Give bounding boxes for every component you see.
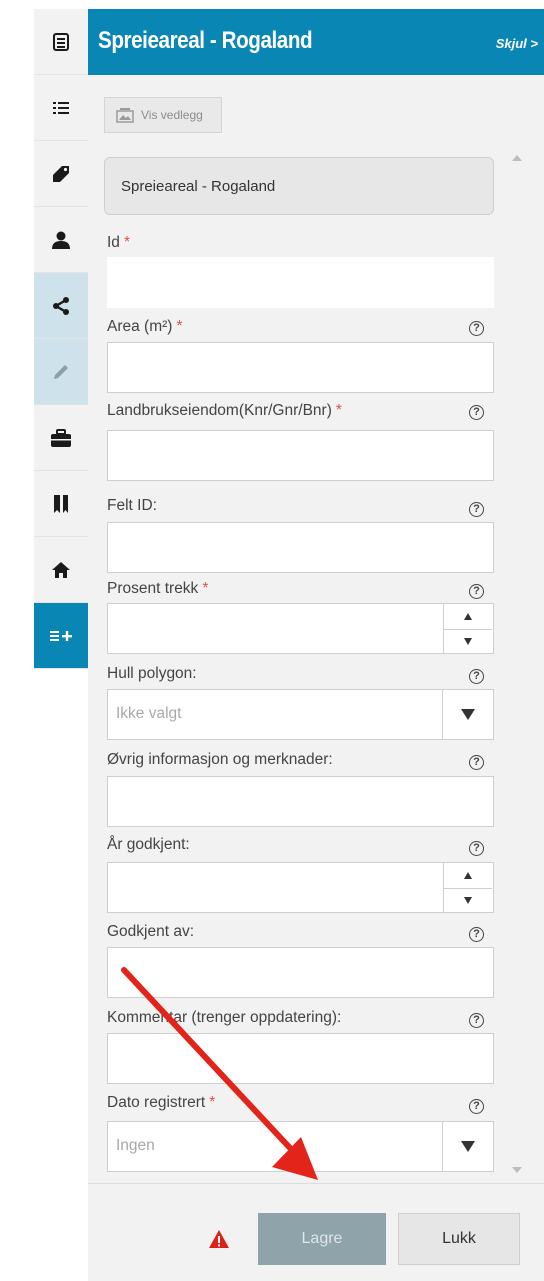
up-arrow-icon [464,872,472,879]
sidebar-item-user[interactable] [34,207,88,273]
tag-icon [53,165,69,182]
help-icon[interactable]: ? [469,1099,484,1114]
sidebar-item-edit[interactable] [34,339,88,405]
layer-name-box: Spreieareal - Rogaland [104,157,494,215]
help-icon[interactable]: ? [469,584,484,599]
hole-polygon-select[interactable]: Ikke valgt [107,689,494,740]
field-label-approved-by: Godkjent av: [107,923,195,940]
list-icon [53,101,69,114]
field-label-id: Id * [107,234,130,251]
help-icon[interactable]: ? [469,841,484,856]
panel-header: Spreieareal - Rogaland Skjul > [88,9,544,75]
help-icon[interactable]: ? [469,321,484,336]
required-marker: * [335,402,342,419]
up-arrow-icon [464,613,472,620]
scroll-up-arrow[interactable] [512,155,522,161]
field-label-date-registered: Dato registrert * [107,1094,216,1111]
warning-icon [209,1230,229,1248]
down-arrow-icon [464,897,472,904]
required-marker: * [209,1094,216,1111]
pencil-icon [54,364,68,379]
sidebar-toolbar [34,0,88,690]
field-label-percent: Prosent trekk * [107,580,209,597]
bookmark-icon [54,494,68,513]
help-icon[interactable]: ? [469,669,484,684]
area-input[interactable] [107,342,494,393]
field-label-field-id: Felt ID: [107,497,157,514]
required-marker: * [176,318,183,335]
help-icon[interactable]: ? [469,502,484,517]
layer-name: Spreieareal - Rogaland [121,177,276,195]
panel-title: Spreieareal - Rogaland [98,27,313,54]
stepper-up-button[interactable] [444,604,492,630]
percent-stepper [444,603,494,654]
sidebar-item-document[interactable] [34,9,88,75]
other-info-input[interactable] [107,776,494,827]
sidebar-item-share[interactable] [34,273,88,339]
user-icon [52,231,70,249]
show-attachments-button[interactable]: Vis vedlegg [104,97,222,133]
sidebar [0,0,88,1281]
date-registered-value: Ingen [116,1137,155,1154]
year-approved-input[interactable] [107,862,444,913]
hole-polygon-value: Ikke valgt [116,705,182,722]
chevron-down-icon [461,1141,475,1152]
add-list-icon [50,630,72,641]
document-icon [53,32,69,51]
dropdown-toggle[interactable] [442,690,493,739]
percent-input[interactable] [107,603,444,654]
id-input[interactable] [107,257,494,308]
sidebar-item-briefcase[interactable] [34,405,88,471]
chevron-down-icon [461,709,475,720]
sidebar-item-add-list[interactable] [34,603,88,669]
briefcase-icon [51,428,71,447]
help-icon[interactable]: ? [469,755,484,770]
show-attachments-label: Vis vedlegg [141,108,203,122]
help-icon[interactable]: ? [469,405,484,420]
field-id-input[interactable] [107,522,494,573]
year-approved-stepper [444,862,494,913]
stepper-down-button[interactable] [444,888,492,913]
stepper-down-button[interactable] [444,629,492,654]
down-arrow-icon [464,638,472,645]
sidebar-item-tag[interactable] [34,141,88,207]
sidebar-item-home[interactable] [34,537,88,603]
dropdown-toggle[interactable] [442,1122,493,1171]
date-registered-select[interactable]: Ingen [107,1121,494,1172]
required-marker: * [123,234,130,251]
close-button[interactable]: Lukk [398,1213,520,1265]
approved-by-input[interactable] [107,947,494,998]
property-input[interactable] [107,430,494,481]
field-label-property: Landbrukseiendom(Knr/Gnr/Bnr) * [107,402,342,419]
hide-panel-link[interactable]: Skjul > [496,36,538,51]
sidebar-item-bookmark[interactable] [34,471,88,537]
share-icon [53,296,69,315]
field-label-comment: Kommentar (trenger oppdatering): [107,1009,342,1026]
field-label-area: Area (m²) * [107,318,183,335]
scroll-down-arrow[interactable] [512,1167,522,1173]
comment-input[interactable] [107,1033,494,1084]
help-icon[interactable]: ? [469,1013,484,1028]
help-icon[interactable]: ? [469,927,484,942]
sidebar-item-list[interactable] [34,75,88,141]
home-icon [52,561,70,578]
footer-divider [88,1183,544,1184]
attachment-icon [116,108,134,123]
stepper-up-button[interactable] [444,863,492,889]
required-marker: * [202,580,209,597]
scrollbar[interactable] [508,149,528,1179]
field-label-other-info: Øvrig informasjon og merknader: [107,751,333,768]
field-label-hole-polygon: Hull polygon: [107,665,197,682]
edit-panel: Vis vedlegg Spreieareal - Rogaland Id * A… [88,75,544,1281]
field-label-year-approved: År godkjent: [107,836,190,853]
save-button[interactable]: Lagre [258,1213,386,1265]
